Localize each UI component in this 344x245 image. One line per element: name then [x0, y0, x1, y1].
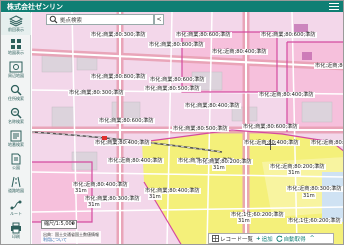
zone-label: 市化;商業;80:600;準防	[98, 118, 155, 124]
zone-label: 市化;商業;80:800;準防	[148, 42, 205, 48]
zone-label: 市化;近商;80:300;準防	[286, 186, 343, 192]
zone-label: 市化;商業;80:500;準防	[172, 126, 229, 132]
zone-label: 市化;近商;80:300;準防	[314, 63, 343, 69]
menu-icon[interactable]	[329, 3, 339, 10]
auto-fetch-button[interactable]: 自動取得	[276, 235, 306, 243]
zone-label: 市化;近商;80:300;準防	[310, 140, 343, 146]
search-icon	[49, 15, 58, 24]
sidebar-item-label: 名称検索	[8, 119, 24, 124]
route-icon	[10, 200, 22, 210]
document-icon	[11, 153, 21, 165]
scale-value: 縮尺/1:5,000	[44, 221, 75, 227]
sidebar-item-label: 住所検索	[8, 96, 24, 101]
record-list-button[interactable]: レコード一覧	[212, 235, 253, 243]
sidebar-item-label: ルート	[10, 211, 22, 216]
zone-label: 31m	[302, 193, 316, 199]
sidebar-item-address-search[interactable]: 住所検索	[1, 82, 31, 104]
sidebar-item-label: 前回表示	[8, 27, 24, 32]
zone-label: 市化;近商;80:400;準防	[258, 92, 315, 98]
zone-label: 市化;近商;80:400;準防	[107, 158, 164, 164]
sidebar-item-label: 地番検索	[8, 142, 24, 147]
zone-label: 市化;商業;80:800;準防	[90, 74, 147, 80]
lot-search-icon	[10, 130, 22, 142]
sidebar-item-cadastral[interactable]: 公図	[1, 151, 31, 173]
crosshair-icon	[265, 139, 276, 150]
sidebar-item-name-search[interactable]: 名称検索	[1, 105, 31, 127]
road-icon	[11, 176, 21, 188]
sidebar: 前回表示 地図表示 周辺地図 住所検索 名称検索 地番検索 公図 道路地図 ルー…	[1, 12, 31, 244]
sidebar-item-route[interactable]: ルート	[1, 197, 31, 219]
sidebar-item-label: 印刷	[12, 234, 20, 239]
zone-label: 市化;商業;80:300;準防	[68, 90, 125, 96]
zone-label: 市化;商業;80:300;準防	[90, 32, 147, 38]
sidebar-item-print[interactable]: 印刷	[1, 220, 31, 242]
refresh-icon	[276, 235, 283, 242]
zone-label: 市化;商業;80:600;準防	[149, 77, 206, 83]
sidebar-item-lot-search[interactable]: 地番検索	[1, 128, 31, 150]
sidebar-item-label: 道路地図	[8, 188, 24, 193]
zone-label: 31m	[74, 188, 88, 194]
zone-label: 市化;近商;80:400;準防	[211, 49, 268, 55]
add-label: 追加	[261, 236, 273, 243]
chevron-down-icon: ▾	[71, 221, 74, 227]
table-icon	[212, 235, 219, 242]
map-search-icon	[9, 61, 23, 73]
sidebar-item-label: 周辺地図	[8, 73, 24, 78]
zone-label: 市化;商業;80:600;準防	[260, 32, 317, 38]
zone-label: 市化;商業;80:400;準防	[94, 140, 151, 146]
header-bar: 株式会社ゼンリン	[1, 1, 343, 12]
layers-icon	[9, 15, 23, 27]
zone-label: 31m	[237, 218, 251, 224]
search-placeholder: 拠点検索	[60, 17, 83, 24]
collapse-panel-button[interactable]: <	[154, 14, 164, 25]
record-list-label: レコード一覧	[220, 236, 254, 243]
zone-label: 市化;商業;80:600;準防	[175, 32, 232, 38]
zone-label: 31m	[87, 202, 101, 208]
app-title: 株式会社ゼンリン	[7, 3, 63, 11]
print-icon	[11, 222, 21, 234]
auto-fetch-label: 自動取得	[283, 236, 306, 243]
chevron-up-icon[interactable]: ^	[310, 235, 315, 242]
zone-label: 31m	[148, 194, 162, 200]
map-attribution: 出典：国土交通省国土数値情報 利用について	[41, 231, 101, 243]
zone-label: 31m	[287, 170, 301, 176]
sidebar-item-label: 地図表示	[8, 50, 24, 55]
sidebar-item-label: 公図	[12, 165, 20, 170]
app-window: 株式会社ゼンリン 前回表示 地図表示 周辺地図 住所検索 名称検索 地番検索 公…	[0, 0, 344, 245]
sidebar-item-layers[interactable]: 前回表示	[1, 13, 31, 35]
sidebar-item-map[interactable]: 地図表示	[1, 36, 31, 58]
record-toolbar: レコード一覧 + 追加 自動取得 ^	[208, 233, 334, 244]
address-search-icon	[10, 84, 22, 96]
scale-select[interactable]: 縮尺/1:5,000 ▾	[41, 220, 77, 229]
name-search-icon	[10, 107, 22, 119]
add-record-button[interactable]: + 追加	[256, 235, 273, 243]
attribution-terms[interactable]: 利用について	[43, 237, 99, 242]
sidebar-item-road-map[interactable]: 道路地図	[1, 174, 31, 196]
zone-label: 市化;商業;80:400;準防	[184, 103, 241, 109]
zone-label: 市化;1住;60:200;準防	[287, 218, 342, 224]
plus-icon: +	[256, 235, 261, 242]
map-canvas[interactable]: 市化;商業;80:300;準防 市化;商業;80:600;準防 市化;商業;80:6…	[32, 12, 343, 244]
zone-label: 市化;商業;80:600;準防	[242, 124, 299, 130]
zone-label: 市化;商業;80:500;準防	[144, 86, 201, 92]
grid-icon	[11, 39, 21, 49]
zone-label: 31m	[212, 165, 226, 171]
search-input[interactable]: 拠点検索	[46, 14, 154, 25]
sidebar-item-surroundings[interactable]: 周辺地図	[1, 59, 31, 81]
